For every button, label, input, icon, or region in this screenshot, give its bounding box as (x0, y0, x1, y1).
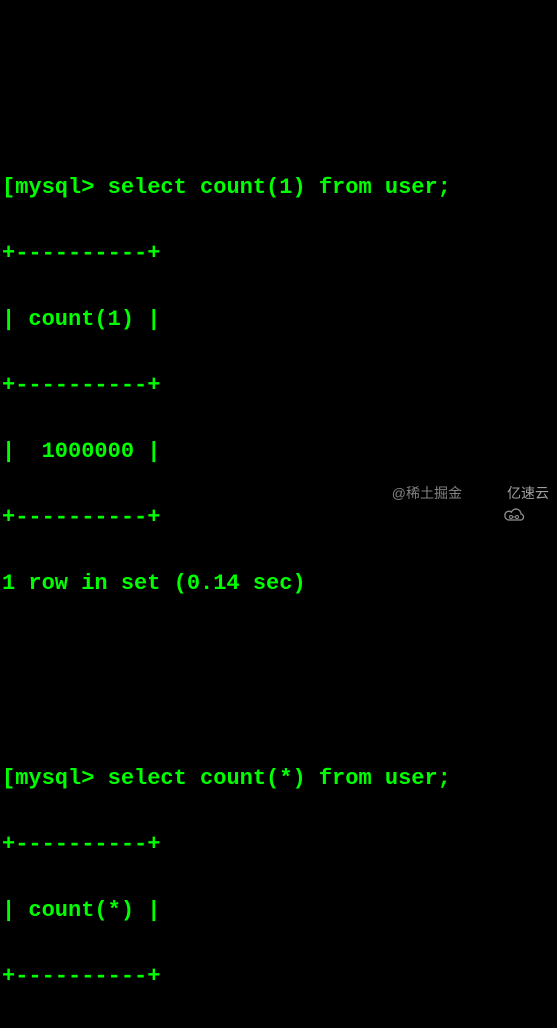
mysql-prompt: [mysql> (2, 175, 108, 200)
status-line: 1 row in set (0.14 sec) (2, 567, 557, 600)
sql-statement: select count(*) from user; (108, 766, 451, 791)
prompt-line: [mysql> select count(*) from user; (2, 762, 557, 795)
query-block-1: [mysql> select count(1) from user; +----… (2, 138, 557, 633)
table-header: | count(*) | (2, 894, 557, 927)
cloud-icon (478, 485, 504, 503)
watermark-logo: 亿速云 (478, 483, 549, 504)
table-row: | 1000000 | (2, 435, 557, 468)
watermark-right: 亿速云 (507, 483, 549, 504)
table-border: +----------+ (2, 501, 557, 534)
table-border: +----------+ (2, 369, 557, 402)
mysql-prompt: [mysql> (2, 766, 108, 791)
watermark: @稀土掘金 亿速云 (392, 483, 549, 504)
table-header: | count(1) | (2, 303, 557, 336)
table-row: | 1000000 | (2, 1026, 557, 1028)
prompt-line: [mysql> select count(1) from user; (2, 171, 557, 204)
table-border: +----------+ (2, 960, 557, 993)
table-border: +----------+ (2, 237, 557, 270)
query-block-2: [mysql> select count(*) from user; +----… (2, 729, 557, 1028)
table-border: +----------+ (2, 828, 557, 861)
watermark-left: @稀土掘金 (392, 483, 462, 504)
sql-statement: select count(1) from user; (108, 175, 451, 200)
